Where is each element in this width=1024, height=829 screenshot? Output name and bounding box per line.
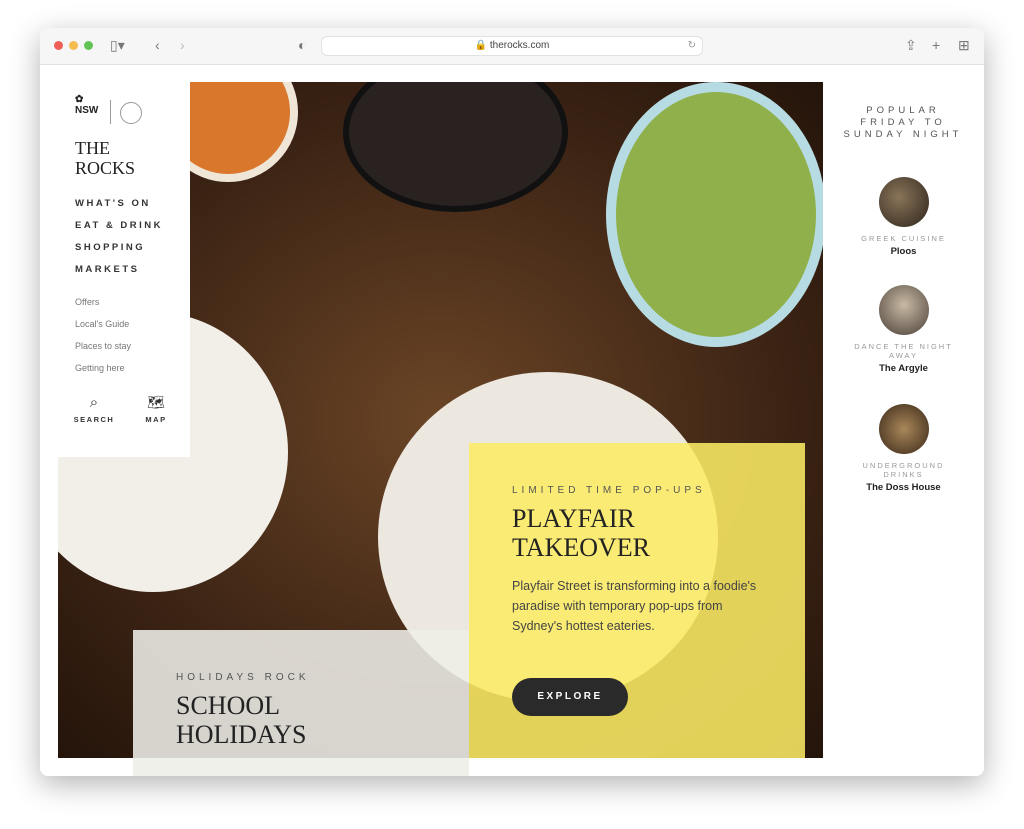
map-label: MAP [145, 415, 167, 424]
feature-card: LIMITED TIME POP-UPS PLAYFAIR TAKEOVER Pl… [469, 443, 805, 758]
explore-button[interactable]: EXPLORE [512, 678, 628, 716]
back-icon[interactable]: ‹ [155, 37, 160, 53]
nav-eat-drink[interactable]: EAT & DRINK [75, 220, 163, 231]
map-button[interactable]: 🗺 MAP [134, 394, 178, 424]
sidebar: ✿ NSW THE ROCKS WHAT'S ON EAT & DRINK SHOP… [58, 82, 190, 457]
browser-toolbar: ▯▾ ‹ › ◐ 🔒 therocks.com ↻ ⇪ + ⊞ [40, 28, 984, 65]
venue-image [878, 177, 929, 227]
logo-divider [110, 100, 111, 124]
secondary-kicker: HOLIDAYS ROCK [176, 672, 310, 683]
venue-card[interactable]: GREEK CUISINE Ploos [823, 177, 984, 257]
maximize-window-button[interactable] [84, 41, 93, 50]
venue-image [878, 285, 929, 335]
address-bar[interactable]: 🔒 therocks.com ↻ [321, 36, 703, 56]
map-icon: 🗺 [147, 394, 165, 410]
popular-title: POPULAR FRIDAY TO SUNDAY NIGHT [843, 105, 963, 140]
reload-icon[interactable]: ↻ [688, 37, 696, 55]
venue-name: The Argyle [879, 363, 928, 374]
nav-shopping[interactable]: SHOPPING [75, 242, 145, 253]
nav-whats-on[interactable]: WHAT'S ON [75, 198, 151, 209]
share-icon[interactable]: ⇪ [905, 37, 917, 53]
browser-window: ▯▾ ‹ › ◐ 🔒 therocks.com ↻ ⇪ + ⊞ ✿ NSW THE R… [40, 28, 984, 776]
search-button[interactable]: ⌕ SEARCH [72, 394, 116, 424]
search-label: SEARCH [73, 415, 115, 424]
nav-offers[interactable]: Offers [75, 297, 99, 307]
venue-image [878, 404, 929, 454]
venue-card[interactable]: DANCE THE NIGHT AWAY The Argyle [823, 285, 984, 374]
venue-name: The Doss House [866, 482, 941, 493]
site-title[interactable]: THE ROCKS [75, 138, 135, 178]
guacamole-bowl-image [606, 82, 823, 347]
nav-locals-guide[interactable]: Local's Guide [75, 319, 129, 329]
the-rocks-seal-icon [120, 102, 142, 124]
onion-bowl-image [343, 82, 568, 212]
venue-category: UNDERGROUND DRINKS [862, 461, 945, 479]
tab-overview-icon[interactable]: ⊞ [958, 37, 970, 53]
venue-category: DANCE THE NIGHT AWAY [854, 342, 953, 360]
popular-sidebar: POPULAR FRIDAY TO SUNDAY NIGHT GREEK CUI… [823, 65, 984, 776]
nsw-logo: ✿ NSW [75, 94, 99, 116]
sidebar-toggle-icon[interactable]: ▯▾ [110, 37, 125, 53]
feature-title[interactable]: PLAYFAIR TAKEOVER [512, 504, 772, 562]
nav-getting-here[interactable]: Getting here [75, 363, 125, 373]
nav-markets[interactable]: MARKETS [75, 264, 139, 275]
secondary-card: HOLIDAYS ROCK SCHOOL HOLIDAYS [133, 630, 469, 776]
nav-places-to-stay[interactable]: Places to stay [75, 341, 131, 351]
feature-kicker: LIMITED TIME POP-UPS [512, 485, 706, 496]
new-tab-icon[interactable]: + [932, 37, 940, 53]
secondary-title[interactable]: SCHOOL HOLIDAYS [176, 691, 310, 749]
close-window-button[interactable] [54, 41, 63, 50]
venue-name: Ploos [890, 246, 917, 257]
minimize-window-button[interactable] [69, 41, 78, 50]
venue-category: GREEK CUISINE [861, 234, 946, 243]
search-icon: ⌕ [89, 394, 99, 411]
venue-card[interactable]: UNDERGROUND DRINKS The Doss House [823, 404, 984, 493]
feature-body: Playfair Street is transforming into a f… [512, 579, 757, 633]
privacy-shield-icon[interactable]: ◐ [298, 37, 306, 53]
forward-icon[interactable]: › [180, 37, 185, 53]
url-text: therocks.com [489, 40, 550, 51]
